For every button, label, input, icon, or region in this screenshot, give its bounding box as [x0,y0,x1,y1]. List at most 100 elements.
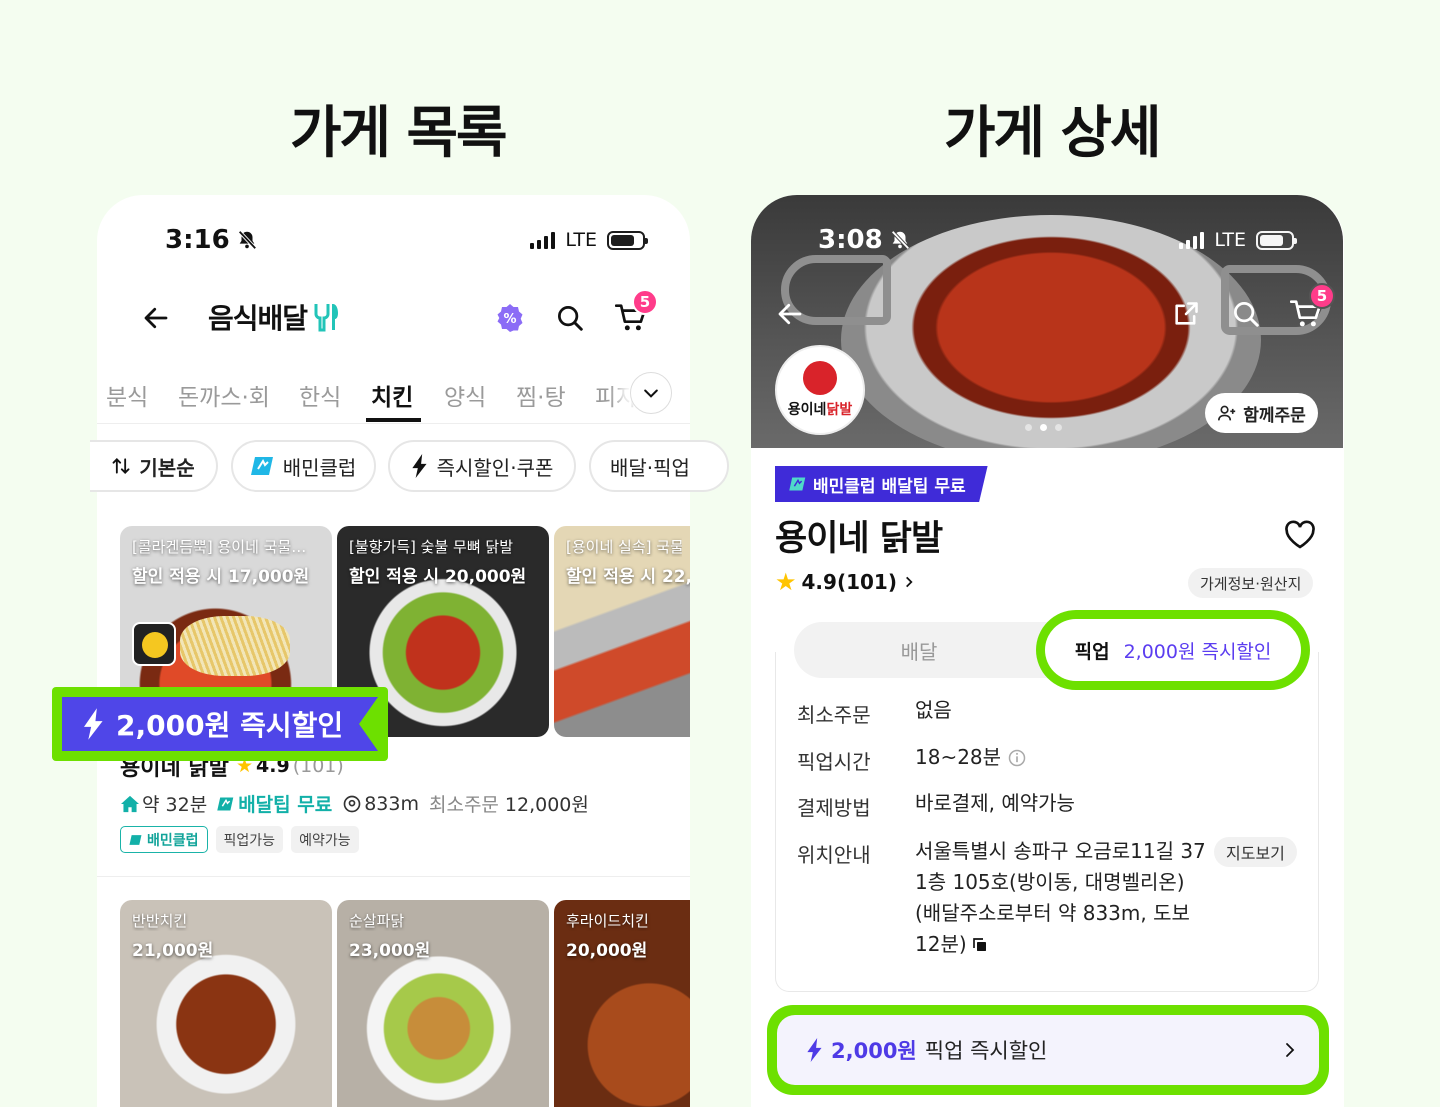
menu-card-price: 23,000원 [349,941,431,961]
reservation-tag: 예약가능 [291,826,359,853]
heart-icon [1285,520,1315,549]
group-order-label: 함께주문 [1243,405,1306,426]
menu-card-caption: [용이네 실속] 국물 [566,538,682,556]
lightning-icon [807,1038,822,1062]
search-button[interactable] [552,300,588,336]
chevron-right-icon [906,576,913,588]
search-icon [558,306,583,331]
battery-icon [607,230,648,250]
instant-discount-text: 2,000원 즉시할인 [116,709,344,742]
tab-donkatsu[interactable]: 돈까스·회 [178,378,270,412]
fork-knife-icon [314,304,339,332]
search-button[interactable] [1228,296,1264,332]
active-tab-indicator [366,418,421,422]
instant-discount-highlight: 2,000원 즉시할인 [52,687,388,761]
baemin-club-icon [217,796,234,811]
menu-card[interactable]: [용이네 실속] 국물 할인 적용 시 22,0 [554,526,690,737]
back-button[interactable] [772,296,808,332]
signal-icon [530,231,556,249]
sort-arrows-icon [112,458,130,474]
menu-card[interactable]: 반반치킨 21,000원 [120,900,332,1107]
corn-side-image [132,622,176,666]
cart-count-badge: 5 [1309,283,1335,309]
copy-icon[interactable] [971,936,989,954]
pickup-discount-banner[interactable]: 2,000원 픽업 즉시할인 [767,1005,1329,1095]
tab-pickup[interactable]: 픽업 2,000원 즉시할인 [1036,610,1310,690]
baemin-club-icon [789,477,806,491]
menu-card[interactable]: 순살파닭 23,000원 [337,900,549,1107]
logo-face-icon [803,361,837,395]
signal-icon [1179,231,1205,249]
address-line: (배달주소로부터 약 833m, 도보 [915,901,1190,925]
distance: 833m [364,792,419,815]
tab-hansik[interactable]: 한식 [299,378,341,412]
store-rating[interactable]: ★ 4.9(101) [775,568,916,596]
pickup-banner-amount: 2,000원 [831,1039,917,1063]
star-icon: ★ [775,568,797,596]
club-badge-label: 배민클럽 배달팁 무료 [813,476,966,497]
min-order-label: 최소주문 [797,703,871,727]
sort-filter-label: 기본순 [139,455,195,480]
delivery-time: 약 32분 [142,794,208,816]
view-map-button[interactable]: 지도보기 [1214,837,1297,867]
status-time: 3:08 [818,225,883,255]
list-divider [97,876,690,877]
chevron-right-icon [1286,1043,1295,1057]
pickup-time-value: 18~28분 [915,745,1002,769]
instant-discount-filter-chip[interactable]: 즉시할인·쿠폰 [388,440,576,492]
back-button[interactable] [138,300,174,336]
baemin-club-icon [250,457,273,475]
rating-value: 4.9(101) [801,570,897,594]
payment-label: 결제방법 [797,796,871,820]
baemin-club-icon [129,834,142,845]
status-time: 3:16 [165,225,230,255]
tab-jjim-tang[interactable]: 찜·탕 [516,378,566,412]
menu-card-price: 21,000원 [132,941,214,961]
store-logo: 용이네닭발 [775,345,865,435]
cart-count-badge: 5 [632,289,658,315]
tab-bunsik[interactable]: 분식 [106,378,148,412]
search-icon [1234,302,1259,327]
store-meta: 약 32분 배달팁 무료 833m 최소주문 12,000원 [120,790,589,817]
noodle-illustration [180,616,290,676]
favorite-button[interactable] [1283,518,1317,552]
logo-text: 용이네닭발 [788,399,852,419]
club-filter-chip[interactable]: 배민클럽 [231,440,376,492]
group-order-button[interactable]: 함께주문 [1205,393,1318,433]
tab-yangsik[interactable]: 양식 [444,378,486,412]
pickup-time-label: 픽업시간 [797,750,871,774]
tab-delivery[interactable]: 배달 [794,622,1044,678]
status-bar: 3:08 LTE [818,222,1298,258]
share-button[interactable] [1168,296,1204,332]
delivery-pickup-filter-chip[interactable]: 배달·픽업 [589,440,729,492]
coupon-button[interactable]: % [494,302,526,334]
carousel-dots [1025,424,1062,431]
discount-badge-icon: % [497,304,523,332]
min-order-label: 최소주문 [428,794,499,816]
category-expand-button[interactable] [630,372,672,414]
title-store-detail: 가게 상세 [944,101,1162,166]
lightning-icon [84,708,103,740]
menu-card-price: 할인 적용 시 22,0 [566,567,690,587]
arrow-left-icon [778,303,802,325]
network-label: LTE [1214,229,1246,251]
tab-chicken[interactable]: 치킨 [371,378,413,412]
store-info-button[interactable]: 가게정보·원산지 [1188,568,1314,598]
sort-filter-chip[interactable]: 기본순 [90,440,218,492]
location-pin-icon [343,795,361,812]
menu-card-price: 할인 적용 시 17,000원 [132,567,310,587]
status-bar: 3:16 LTE [165,222,648,258]
address-line: 12분) [915,932,967,956]
logo-text-main: 용이네 [787,402,827,418]
lightning-icon [411,454,427,478]
pickup-banner-text: 픽업 즉시할인 [924,1039,1048,1063]
address-line: 서울특별시 송파구 오금로11길 37 [915,839,1206,863]
title-store-list: 가게 목록 [290,101,508,166]
info-icon[interactable] [1007,748,1027,768]
menu-card[interactable]: 후라이드치킨 20,000원 [554,900,690,1107]
club-filter-label: 배민클럽 [282,455,357,480]
tab-pickup-label: 픽업 [1074,640,1110,663]
menu-card-caption: [불향가득] 숯불 무뼈 닭발 [349,538,514,556]
chevron-down-icon [644,389,658,398]
share-icon [1175,302,1198,325]
